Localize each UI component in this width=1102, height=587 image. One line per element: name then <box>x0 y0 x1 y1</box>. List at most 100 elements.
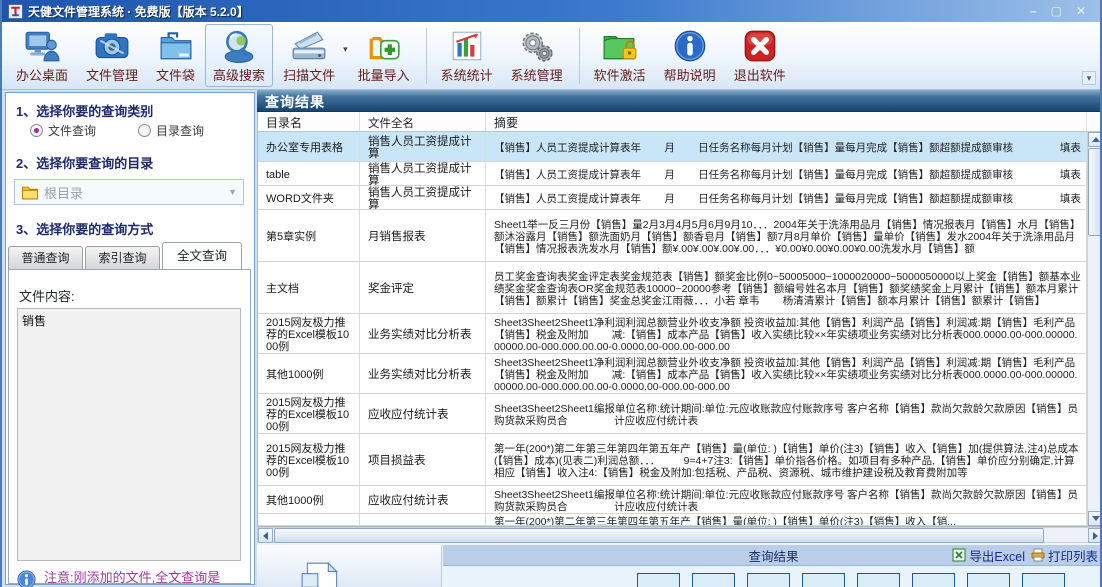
radio-icon[interactable] <box>30 124 43 137</box>
toolbar-button-label: 批量导入 <box>358 65 410 84</box>
excel-icon <box>952 548 966 562</box>
table-body: 办公室专用表格 销售人员工资提成计算 【销售】人员工资提成计算表年 月 日任务名… <box>258 132 1087 526</box>
maximize-button[interactable]: ▢ <box>1051 5 1062 17</box>
tab-普通查询[interactable]: 普通查询 <box>8 246 83 269</box>
scroll-right-button[interactable] <box>1088 528 1102 543</box>
note: 注意:刚添加的文件,全文查询是 <box>17 570 239 587</box>
document-icon <box>299 561 345 587</box>
scroll-down-button[interactable] <box>1088 511 1102 526</box>
stats-chart-icon <box>449 28 485 64</box>
search-sidebar: 1、选择你要的查询类别 文件查询目录查询 2、选择你要查询的目录 根目录 ▼ 3… <box>5 92 255 585</box>
column-header-summary[interactable]: 摘要 <box>486 112 1087 131</box>
table-row[interactable]: WORD文件夹 销售人员工资提成计算 【销售】人员工资提成计算表年 月 日任务名… <box>258 186 1087 210</box>
cell-filename: 业务实绩对比分析表 <box>360 354 486 393</box>
scroll-left-button[interactable] <box>258 528 273 543</box>
column-header-file[interactable]: 文件全名 <box>360 112 486 131</box>
toolbar-button-label: 帮助说明 <box>664 65 716 84</box>
footer-button[interactable] <box>802 573 845 587</box>
vertical-scroll-thumb[interactable] <box>1088 148 1102 236</box>
radio-dir-query[interactable]: 目录查询 <box>138 122 204 139</box>
table-row[interactable]: 其他1000例 业务实绩对比分析表 Sheet3Sheet2Sheet1净利润利… <box>258 354 1087 394</box>
toolbar-button-batch-import[interactable]: 批量导入 <box>350 24 418 87</box>
radio-label: 文件查询 <box>48 122 96 139</box>
table-row[interactable]: 2015网友极力推荐的Excel模板1000例 业务实绩对比分析表 Sheet3… <box>258 314 1087 354</box>
toolbar-button-search[interactable]: 高级搜索 <box>205 24 273 87</box>
print-list-button[interactable]: 打印列表 <box>1031 546 1098 565</box>
cell-directory: 其他1000例 <box>258 354 360 393</box>
app-window: 天健文件管理系统 · 免费版【版本 5.2.0】 – ▢ ✕ 办公桌面文件管理文… <box>0 0 1102 587</box>
table-row[interactable]: 主文档 奖金评定 员工奖金查询表奖金评定表奖金规范表【销售】额奖金比例0~500… <box>258 262 1087 314</box>
toolbar-button-desktop-user[interactable]: 办公桌面 <box>8 24 76 87</box>
footer-button[interactable] <box>637 573 680 587</box>
cell-filename: 销售人员工资提成计算 <box>360 132 486 161</box>
cell-summary: Sheet3Sheet2Sheet1净利润利润总额营业外收支净额 投资收益加:其… <box>486 354 1087 393</box>
table-row[interactable]: 2015网友极力推荐的Excel模板1000例 应收应付统计表 Sheet3Sh… <box>258 394 1087 434</box>
table-header: 目录名 文件全名 摘要 <box>258 112 1102 132</box>
table-row[interactable]: table 销售人员工资提成计算 【销售】人员工资提成计算表年 月 日任务名称每… <box>258 162 1087 186</box>
tab-索引查询[interactable]: 索引查询 <box>85 246 160 269</box>
export-excel-button[interactable]: 导出Excel <box>952 546 1025 565</box>
results-footer: 查询结果 导出Excel 打印列表 <box>257 545 1102 587</box>
cell-filename: 奖金评定 <box>360 262 486 313</box>
tab-全文查询[interactable]: 全文查询 <box>162 242 242 269</box>
table-row[interactable]: 办公室专用表格 销售人员工资提成计算 【销售】人员工资提成计算表年 月 日任务名… <box>258 132 1087 162</box>
radio-icon[interactable] <box>138 124 151 137</box>
footer-body <box>443 566 1102 587</box>
toolbar-button-camera[interactable]: 文件管理 <box>78 24 146 87</box>
toolbar-button-folder-lock[interactable]: 软件激活 <box>586 24 654 87</box>
folder-lock-icon <box>602 28 638 64</box>
cell-directory: 2015网友极力推荐的Excel模板1000例 <box>258 434 360 485</box>
column-header-dir[interactable]: 目录名 <box>258 112 360 131</box>
toolbar-button-label: 办公桌面 <box>16 65 68 84</box>
results-panel: 查询结果 目录名 文件全名 摘要 办公室专用表格 销售人员工资提成计算 【销售】… <box>257 90 1102 587</box>
cell-filename: 销售人员工资提成计算 <box>360 162 486 185</box>
toolbar-separator <box>579 28 580 84</box>
cell-summary: 第一年(200*)第二年第三年第四年第五年产【销售】量(单位: )【销售】单价(… <box>486 514 1087 525</box>
cell-directory: 2015网友极力推荐的Excel模板1000例 <box>258 314 360 353</box>
footer-button[interactable] <box>747 573 790 587</box>
minimize-button[interactable]: – <box>1030 5 1037 17</box>
toolbar-button-scanner[interactable]: 扫描文件 <box>275 24 343 87</box>
toolbar-button-exit[interactable]: 退出软件 <box>726 24 794 87</box>
chevron-down-icon[interactable]: ▼ <box>228 187 237 197</box>
toolbar-button-stats-chart[interactable]: 系统统计 <box>433 24 501 87</box>
cell-summary: 员工奖金查询表奖金评定表奖金规范表【销售】额奖金比例0~50005000~100… <box>486 262 1087 313</box>
titlebar: 天健文件管理系统 · 免费版【版本 5.2.0】 – ▢ ✕ <box>2 0 1100 22</box>
cell-summary: 【销售】人员工资提成计算表年 月 日任务名称每月计划【销售】量每月完成【销售】额… <box>486 186 1087 209</box>
scroll-up-button[interactable] <box>1088 132 1102 147</box>
window-title: 天健文件管理系统 · 免费版【版本 5.2.0】 <box>28 3 249 20</box>
directory-select[interactable]: 根目录 ▼ <box>14 179 244 205</box>
toolbar-button-label: 退出软件 <box>734 65 786 84</box>
table-row[interactable]: 第一年(200*)第二年第三年第四年第五年产【销售】量(单位: )【销售】单价(… <box>258 514 1087 526</box>
vertical-scrollbar[interactable] <box>1087 132 1102 526</box>
footer-button[interactable] <box>1022 573 1065 587</box>
cell-summary: Sheet1举一反三月份【销售】量2月3月4月5月6月9月10．．．2004年关… <box>486 210 1087 261</box>
table-row[interactable]: 2015网友极力推荐的Excel模板1000例 项目损益表 第一年(200*)第… <box>258 434 1087 486</box>
footer-button[interactable] <box>967 573 1010 587</box>
table-row[interactable]: 第5章实例 月销售报表 Sheet1举一反三月份【销售】量2月3月4月5月6月9… <box>258 210 1087 262</box>
table-row[interactable]: 其他1000例 应收应付统计表 Sheet3Sheet2Sheet1编报单位名称… <box>258 486 1087 514</box>
cell-directory: 其他1000例 <box>258 486 360 513</box>
close-button[interactable]: ✕ <box>1076 5 1086 17</box>
horizontal-scrollbar[interactable] <box>257 527 1102 543</box>
footer-button[interactable] <box>692 573 735 587</box>
fulltext-query-panel: 文件内容: 注意:刚添加的文件,全文查询是 <box>8 269 251 584</box>
toolbar-button-info[interactable]: 帮助说明 <box>656 24 724 87</box>
printer-icon <box>1031 548 1045 562</box>
radio-file-query[interactable]: 文件查询 <box>30 122 96 139</box>
content-input[interactable] <box>17 308 241 561</box>
toolbar-overflow-button[interactable]: ▾ <box>1082 71 1096 85</box>
horizontal-scroll-thumb[interactable] <box>274 528 1044 543</box>
batch-import-icon <box>366 28 402 64</box>
toolbar-button-label: 软件激活 <box>594 65 646 84</box>
footer-button[interactable] <box>857 573 900 587</box>
footer-tabstrip: 查询结果 导出Excel 打印列表 <box>443 545 1102 587</box>
radio-label: 目录查询 <box>156 122 204 139</box>
toolbar-button-gears[interactable]: 系统管理 <box>503 24 571 87</box>
toolbar-button-folder-bag[interactable]: 文件袋 <box>148 24 203 87</box>
cell-filename: 销售人员工资提成计算 <box>360 186 486 209</box>
footer-button[interactable] <box>912 573 955 587</box>
cell-summary: Sheet3Sheet2Sheet1编报单位名称:统计期间:单位:元应收账款应付… <box>486 394 1087 433</box>
folder-icon <box>21 185 39 200</box>
scan-dropdown-arrow-icon[interactable]: ▾ <box>343 44 348 55</box>
